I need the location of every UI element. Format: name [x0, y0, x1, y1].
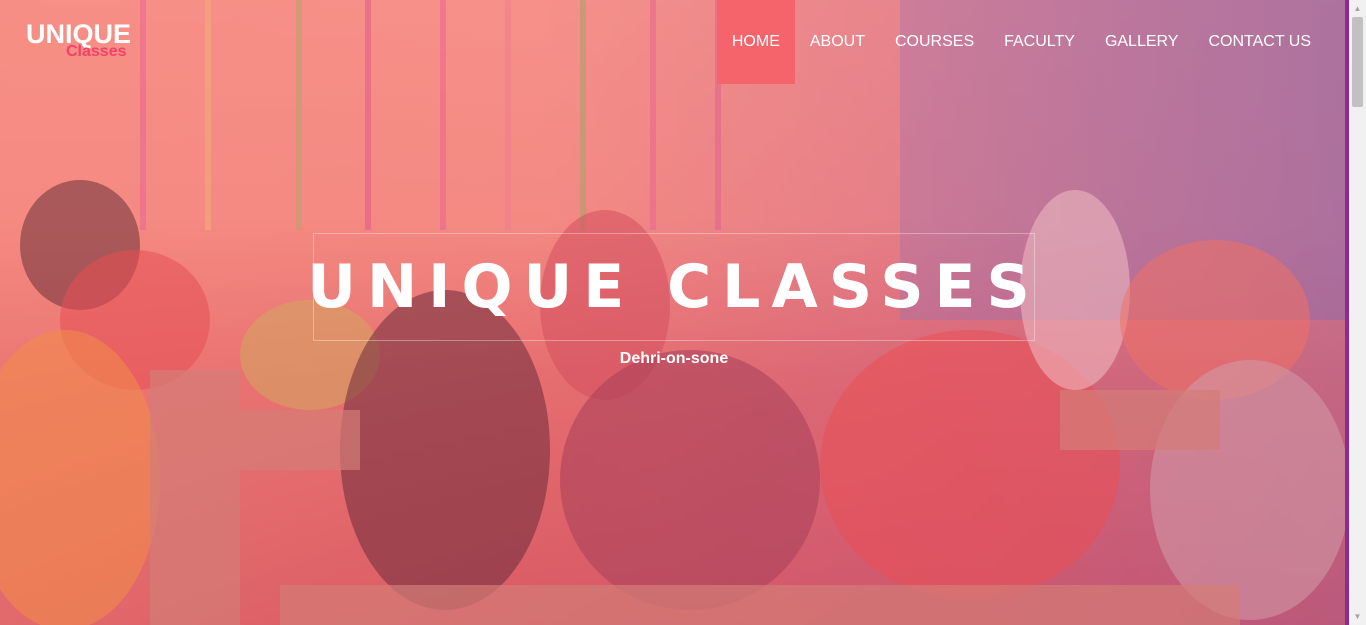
scroll-down-arrow-icon[interactable]: ▼: [1349, 608, 1366, 625]
scroll-up-arrow-icon[interactable]: ▲: [1349, 0, 1366, 17]
scroll-thumb[interactable]: [1352, 17, 1363, 107]
hero-subtitle: Dehri-on-sone: [619, 350, 729, 367]
nav-gallery[interactable]: GALLERY: [1090, 0, 1194, 84]
hero-title: UNIQUE CLASSES: [307, 252, 1041, 322]
main-nav: HOME ABOUT COURSES FACULTY GALLERY CONTA…: [716, 0, 1326, 84]
nav-contact-us[interactable]: CONTACT US: [1193, 0, 1326, 84]
vertical-scrollbar[interactable]: ▲ ▼: [1349, 0, 1366, 625]
nav-courses[interactable]: COURSES: [880, 0, 989, 84]
site-logo[interactable]: UNIQUE Classes: [26, 20, 131, 60]
nav-faculty[interactable]: FACULTY: [989, 0, 1090, 84]
nav-home[interactable]: HOME: [716, 0, 795, 84]
nav-about[interactable]: ABOUT: [795, 0, 880, 84]
hero-title-box: UNIQUE CLASSES: [307, 233, 1035, 341]
logo-sub-text: Classes: [66, 43, 127, 60]
